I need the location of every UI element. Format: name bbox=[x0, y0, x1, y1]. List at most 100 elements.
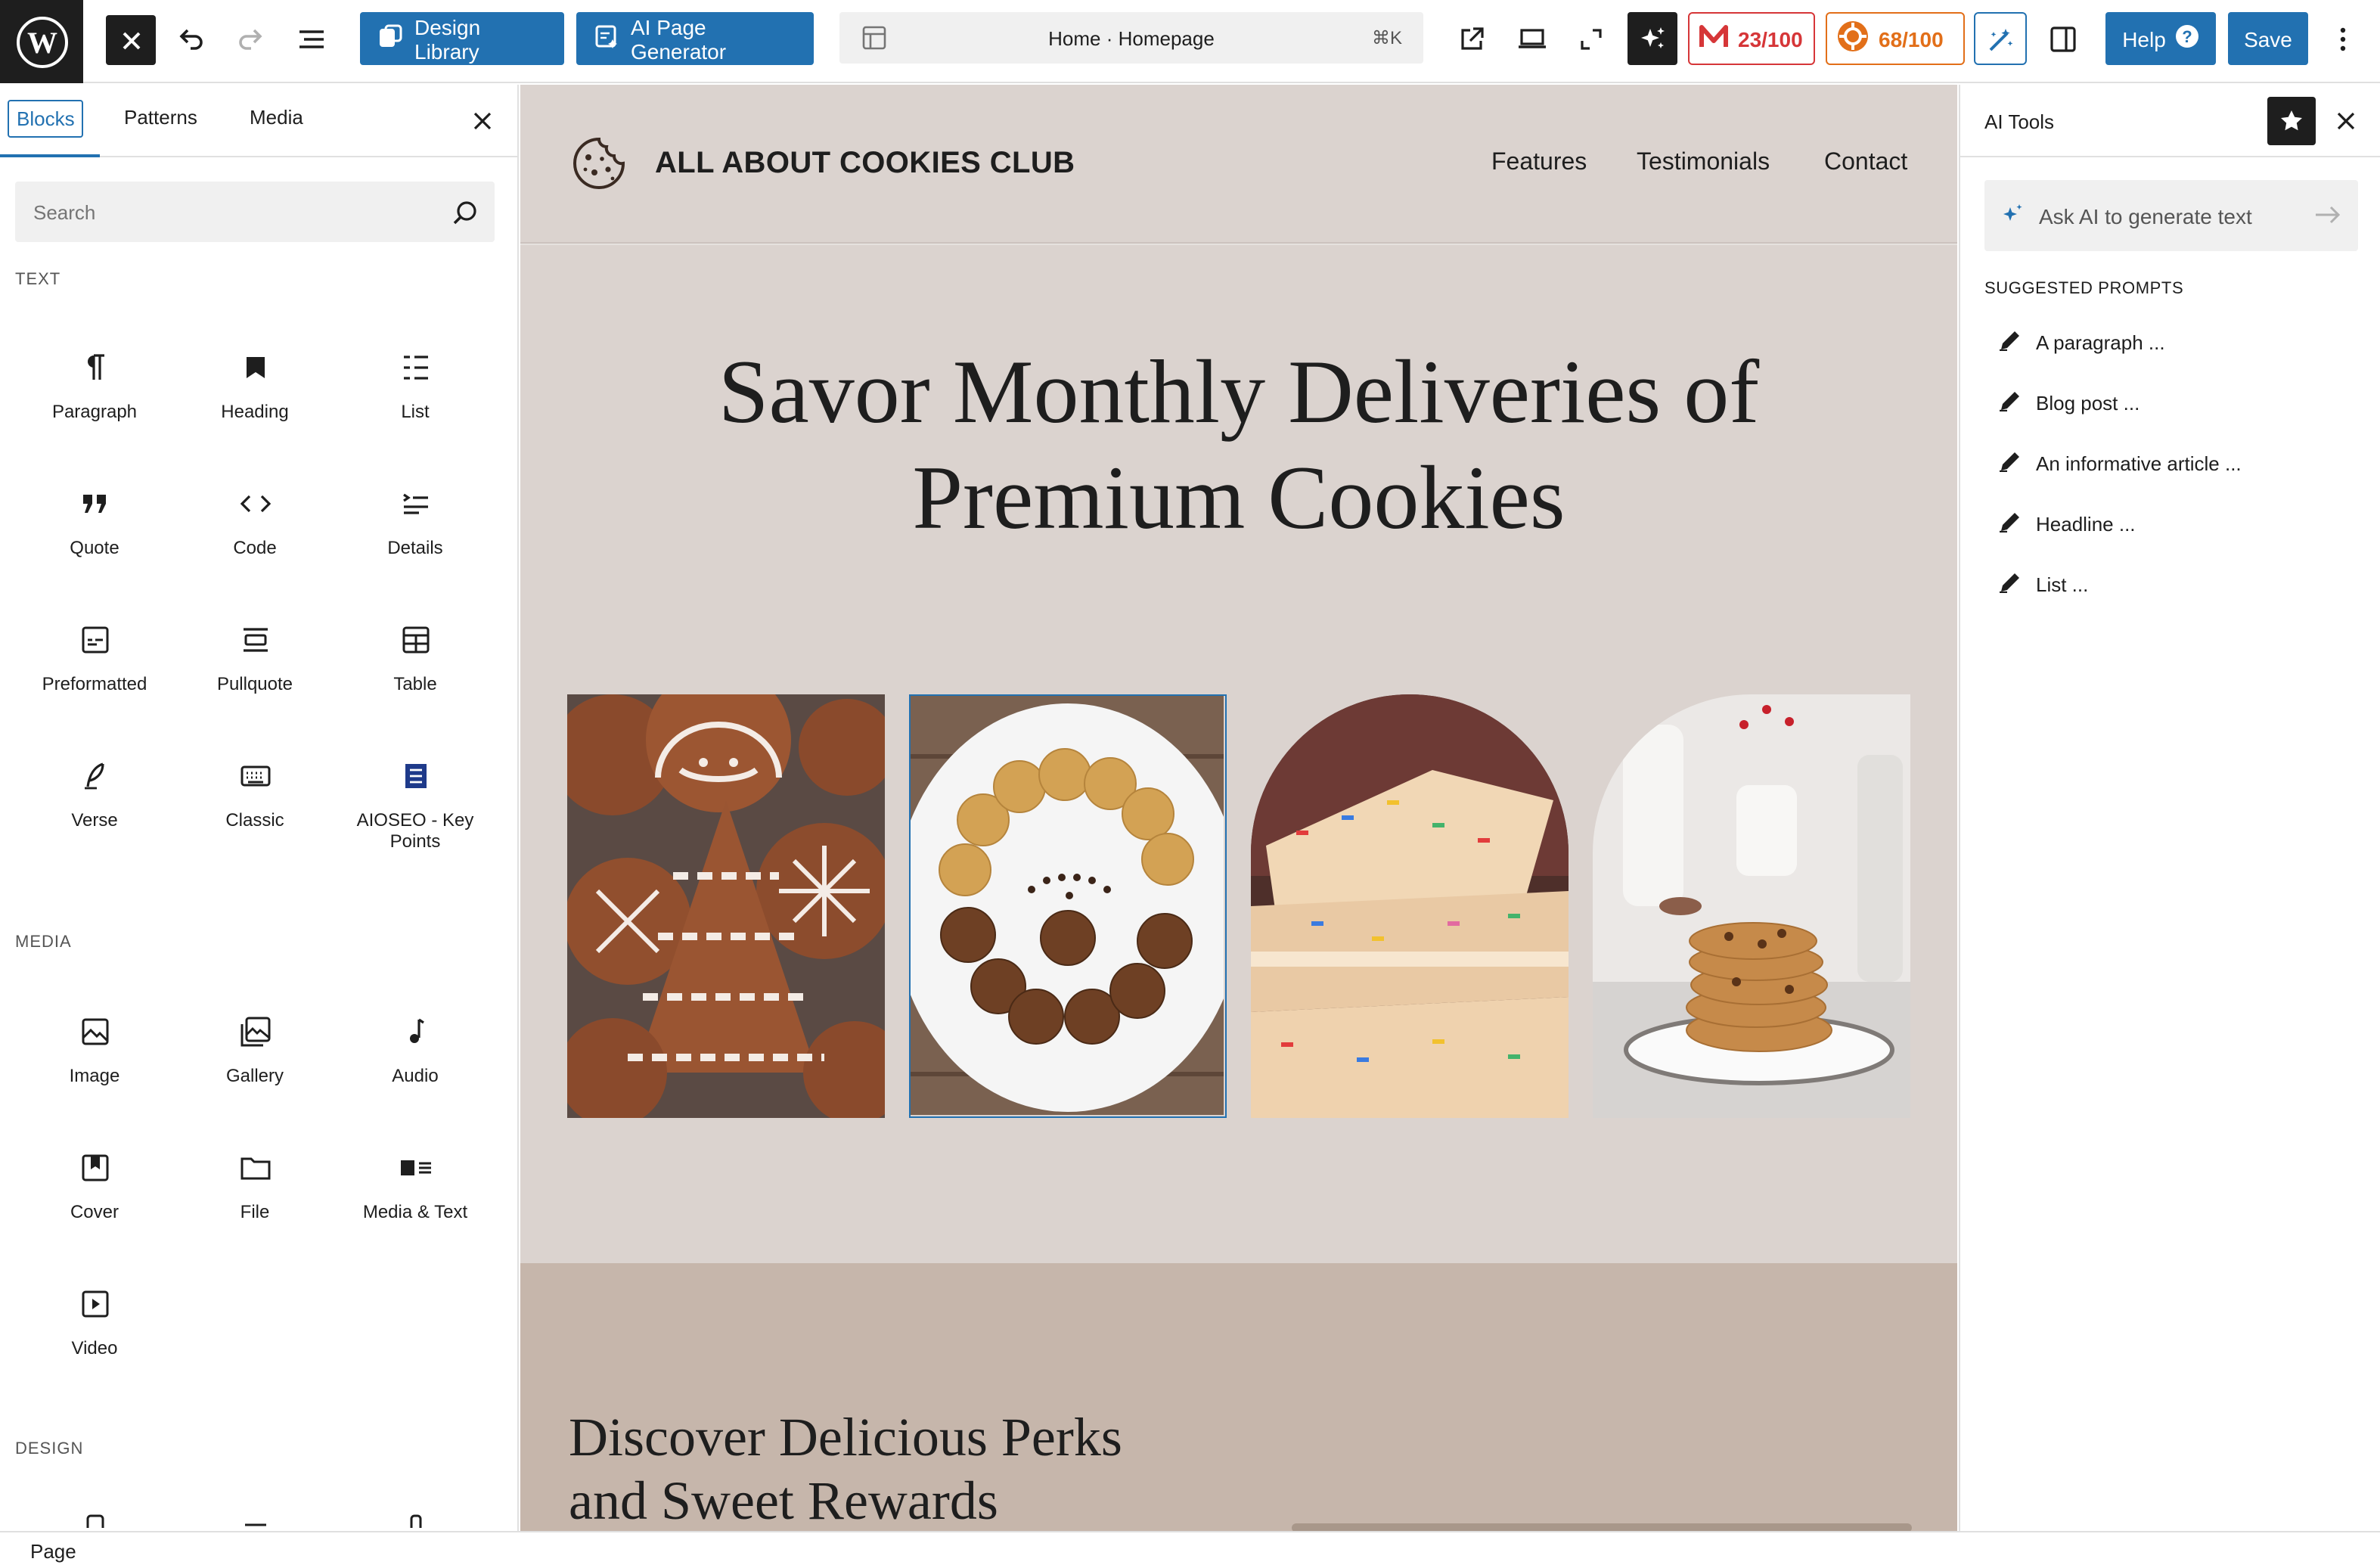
cookie-logo-icon[interactable] bbox=[570, 135, 628, 192]
block-search-input[interactable] bbox=[15, 182, 439, 242]
category-text: TEXT bbox=[15, 271, 61, 289]
sprinkle-cookie-bars-image[interactable] bbox=[1251, 694, 1569, 1118]
aioseo-icon bbox=[1699, 23, 1729, 54]
block-inserter-panel: Blocks Patterns Media TEXT Paragraph Hea… bbox=[0, 85, 519, 1531]
headline-score-value: 68/100 bbox=[1879, 26, 1944, 51]
block-media-text[interactable]: Media & Text bbox=[336, 1141, 495, 1262]
key-points-icon bbox=[397, 758, 433, 794]
block-label: Code bbox=[233, 537, 277, 558]
verse-icon bbox=[76, 758, 113, 794]
undo-icon[interactable] bbox=[172, 18, 209, 61]
prompt-list[interactable]: List ... bbox=[2000, 564, 2363, 604]
device-preview-icon[interactable] bbox=[1514, 20, 1550, 59]
block-quote[interactable]: Quote bbox=[15, 477, 174, 598]
block-video[interactable]: Video bbox=[15, 1277, 174, 1398]
breadcrumb[interactable]: Page bbox=[30, 1540, 76, 1563]
tab-patterns[interactable]: Patterns bbox=[124, 106, 197, 129]
svg-text:W: W bbox=[26, 25, 57, 59]
block-verse[interactable]: Verse bbox=[15, 749, 174, 870]
gingerbread-cookies-image[interactable] bbox=[567, 694, 885, 1118]
settings-sidebar-icon[interactable] bbox=[2045, 20, 2081, 59]
block-label: Heading bbox=[221, 401, 289, 422]
editor-top-bar: W Design Library AI Page Generator Home … bbox=[0, 0, 2380, 83]
seo-score-value: 23/100 bbox=[1738, 26, 1803, 51]
arrow-right-icon[interactable] bbox=[2311, 201, 2344, 228]
prompt-headline[interactable]: Headline ... bbox=[2000, 504, 2363, 543]
block-label: Table bbox=[393, 673, 437, 694]
video-icon bbox=[76, 1286, 113, 1322]
save-button[interactable]: Save bbox=[2228, 12, 2308, 65]
help-question-icon: ? bbox=[2175, 24, 2199, 53]
close-icon[interactable] bbox=[2332, 106, 2360, 136]
perks-heading[interactable]: Discover Delicious Perks and Sweet Rewar… bbox=[569, 1405, 1204, 1531]
site-title[interactable]: ALL ABOUT COOKIES CLUB bbox=[655, 147, 1075, 182]
block-audio[interactable]: Audio bbox=[336, 1004, 495, 1126]
pencil-icon bbox=[2000, 571, 2021, 597]
nav-features[interactable]: Features bbox=[1491, 150, 1587, 177]
wordpress-logo-icon[interactable]: W bbox=[0, 0, 83, 83]
close-icon[interactable] bbox=[469, 106, 496, 136]
svg-text:?: ? bbox=[2182, 27, 2192, 46]
close-inserter-icon[interactable] bbox=[106, 15, 156, 65]
block-aioseo-key-points[interactable]: AIOSEO - Key Points bbox=[336, 749, 495, 870]
command-palette-bar[interactable]: Home · Homepage ⌘K bbox=[839, 12, 1423, 64]
document-title: Home · Homepage bbox=[1048, 27, 1215, 50]
list-icon bbox=[397, 349, 433, 386]
block-label: Paragraph bbox=[51, 401, 138, 422]
hero-heading[interactable]: Savor Monthly Deliveries of Premium Cook… bbox=[634, 339, 1844, 551]
image-icon bbox=[76, 1014, 113, 1050]
design-library-button[interactable]: Design Library bbox=[360, 12, 564, 65]
search-icon[interactable] bbox=[449, 197, 479, 227]
editor-canvas[interactable]: ALL ABOUT COOKIES CLUB Features Testimon… bbox=[520, 85, 1957, 1531]
fullscreen-icon[interactable] bbox=[1575, 20, 1608, 59]
block-details[interactable]: Details bbox=[336, 477, 495, 598]
seo-score-button[interactable]: 23/100 bbox=[1688, 12, 1815, 65]
stacked-cookies-image[interactable] bbox=[1593, 694, 1910, 1118]
suggested-prompts-heading: SUGGESTED PROMPTS bbox=[1984, 280, 2184, 298]
block-classic[interactable]: Classic bbox=[175, 749, 334, 870]
editor-footer: Page bbox=[0, 1531, 2380, 1568]
command-shortcut: ⌘K bbox=[1371, 27, 1402, 48]
headline-score-button[interactable]: 68/100 bbox=[1826, 12, 1965, 65]
ai-prompt-input[interactable] bbox=[2039, 180, 2296, 251]
block-table[interactable]: Table bbox=[336, 613, 495, 734]
block-label: Gallery bbox=[225, 1065, 284, 1086]
help-button[interactable]: Help ? bbox=[2105, 12, 2216, 65]
help-label: Help bbox=[2122, 26, 2166, 51]
prompt-paragraph[interactable]: A paragraph ... bbox=[2000, 322, 2363, 362]
media-text-icon bbox=[397, 1150, 433, 1186]
pullquote-icon bbox=[237, 622, 273, 658]
ai-sparkle-icon[interactable] bbox=[1628, 12, 1677, 65]
magic-wand-icon[interactable] bbox=[1974, 12, 2027, 65]
block-gallery[interactable]: Gallery bbox=[175, 1004, 334, 1126]
tab-blocks[interactable]: Blocks bbox=[8, 100, 84, 138]
code-icon bbox=[237, 486, 273, 522]
ai-page-generator-label: AI Page Generator bbox=[631, 14, 727, 63]
nav-testimonials[interactable]: Testimonials bbox=[1637, 150, 1770, 177]
block-list[interactable]: List bbox=[336, 340, 495, 461]
block-paragraph[interactable]: Paragraph bbox=[15, 340, 174, 461]
ai-tools-panel: AI Tools SUGGESTED PROMPTS A paragraph .… bbox=[1959, 85, 2380, 1531]
block-preformatted[interactable]: Preformatted bbox=[15, 613, 174, 734]
block-heading[interactable]: Heading bbox=[175, 340, 334, 461]
block-cover[interactable]: Cover bbox=[15, 1141, 174, 1262]
nav-contact[interactable]: Contact bbox=[1824, 150, 1907, 177]
view-external-icon[interactable] bbox=[1455, 20, 1488, 59]
redo-icon[interactable] bbox=[233, 18, 269, 61]
block-file[interactable]: File bbox=[175, 1141, 334, 1262]
ai-page-generator-button[interactable]: AI Page Generator bbox=[576, 12, 814, 65]
prompt-informative-article[interactable]: An informative article ... bbox=[2000, 443, 2363, 483]
star-icon[interactable] bbox=[2267, 97, 2316, 145]
document-overview-icon[interactable] bbox=[293, 18, 330, 61]
block-pullquote[interactable]: Pullquote bbox=[175, 613, 334, 734]
block-image[interactable]: Image bbox=[15, 1004, 174, 1126]
prompt-blog-post[interactable]: Blog post ... bbox=[2000, 383, 2363, 422]
block-label: Video bbox=[71, 1337, 118, 1358]
tab-media[interactable]: Media bbox=[250, 106, 303, 129]
prompt-label: An informative article ... bbox=[2036, 452, 2242, 474]
prompt-label: A paragraph ... bbox=[2036, 331, 2165, 353]
cookie-plate-image[interactable] bbox=[909, 694, 1227, 1118]
more-options-icon[interactable] bbox=[2326, 20, 2360, 59]
block-label: Verse bbox=[71, 809, 118, 831]
block-code[interactable]: Code bbox=[175, 477, 334, 598]
